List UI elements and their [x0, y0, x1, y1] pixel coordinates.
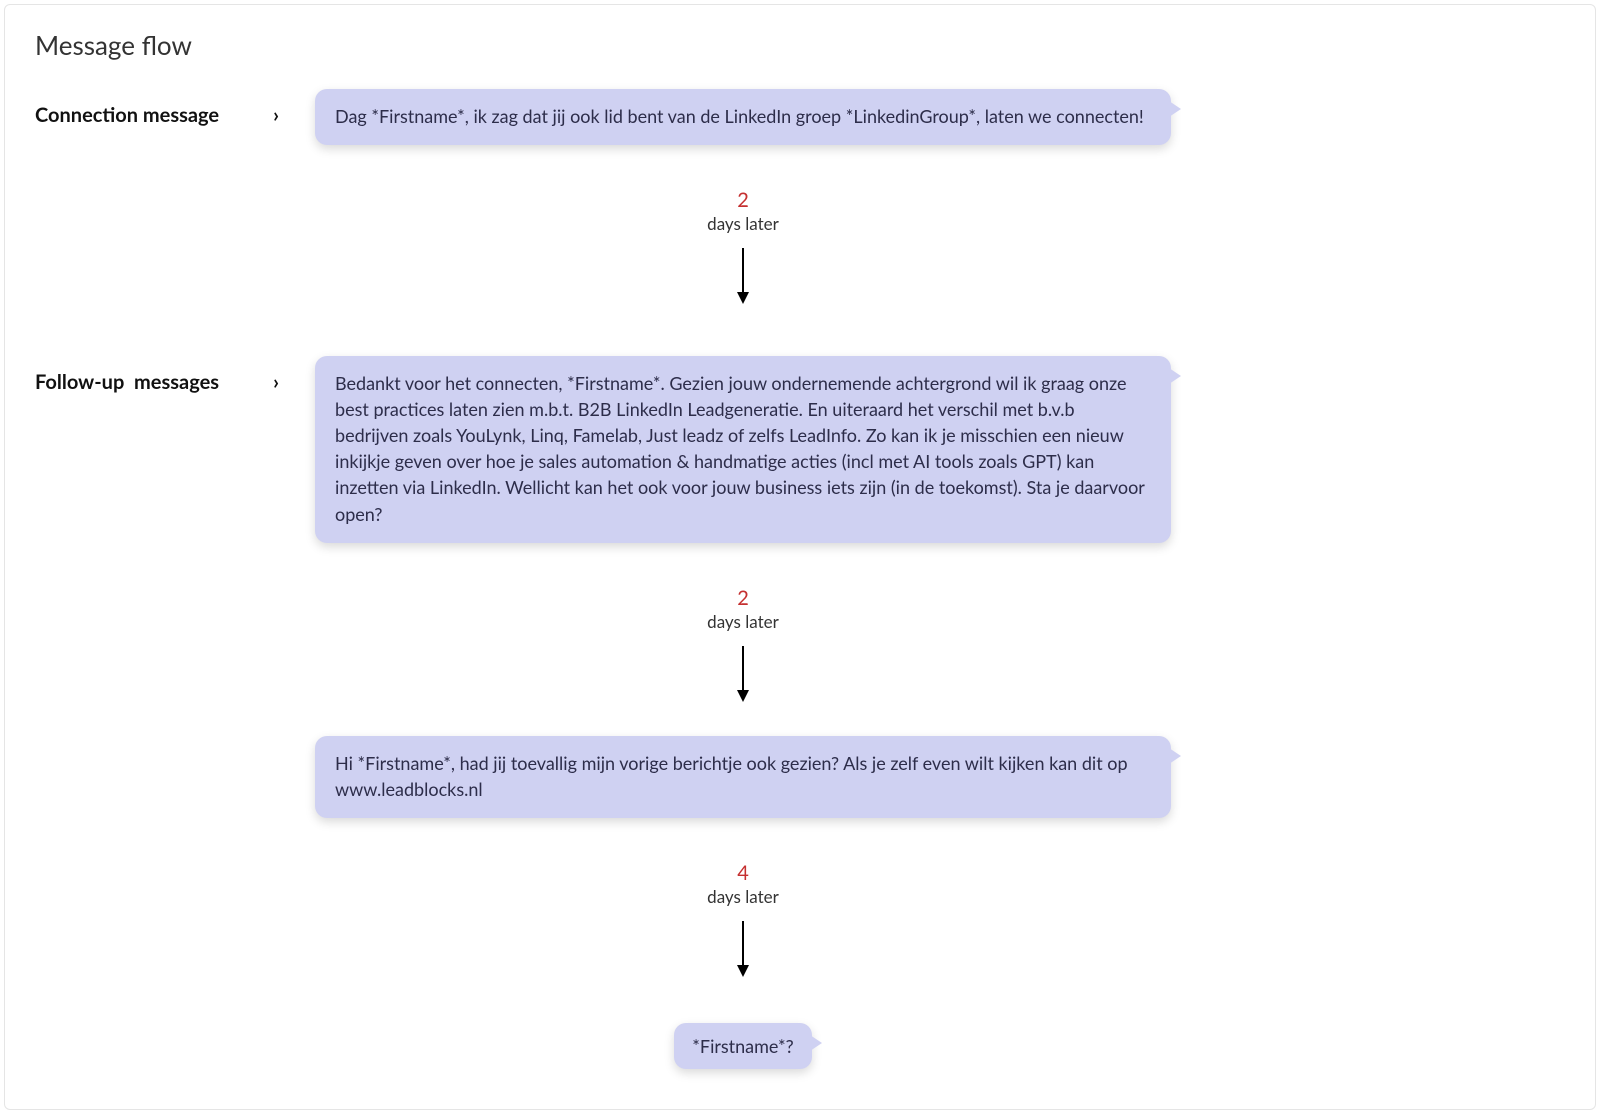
delay-2: 2 days later — [315, 587, 1171, 632]
stage-connection: Connection message › Dag *Firstname*, ik… — [33, 89, 1567, 338]
delay-1-count: 2 — [315, 189, 1171, 211]
delay-2-count: 2 — [315, 587, 1171, 609]
arrow-down-icon — [315, 921, 1171, 981]
delay-1-unit: days later — [315, 213, 1171, 234]
delay-1: 2 days later — [315, 189, 1171, 234]
message-bubble-4: *Firstname*? — [674, 1023, 811, 1069]
message-bubble-1: Dag *Firstname*, ik zag dat jij ook lid … — [315, 89, 1171, 145]
message-text-4: *Firstname*? — [692, 1035, 793, 1057]
chevron-right-icon: › — [273, 103, 279, 127]
message-text-1: Dag *Firstname*, ik zag dat jij ook lid … — [335, 105, 1144, 127]
delay-3-unit: days later — [315, 886, 1171, 907]
message-bubble-4-wrap: *Firstname*? — [315, 1023, 1171, 1069]
stage-followup-label: Follow-up messages › — [33, 356, 315, 394]
delay-2-unit: days later — [315, 611, 1171, 632]
message-flow-panel: Message flow Connection message › Dag *F… — [4, 4, 1596, 1110]
stage-connection-label: Connection message › — [33, 89, 315, 127]
message-bubble-2: Bedankt voor het connecten, *Firstname*.… — [315, 356, 1171, 543]
arrow-down-icon — [315, 646, 1171, 706]
stage-followup: Follow-up messages › Bedankt voor het co… — [33, 356, 1567, 1069]
flow-column: Dag *Firstname*, ik zag dat jij ook lid … — [315, 89, 1567, 338]
delay-3: 4 days later — [315, 862, 1171, 907]
chevron-right-icon: › — [273, 370, 279, 394]
message-bubble-3: Hi *Firstname*, had jij toevallig mijn v… — [315, 736, 1171, 818]
arrow-down-icon — [315, 248, 1171, 308]
stage-connection-text: Connection message — [35, 103, 219, 127]
message-text-3: Hi *Firstname*, had jij toevallig mijn v… — [335, 752, 1128, 800]
panel-title: Message flow — [35, 29, 1567, 61]
message-text-2: Bedankt voor het connecten, *Firstname*.… — [335, 372, 1144, 524]
delay-3-count: 4 — [315, 862, 1171, 884]
flow-column: Bedankt voor het connecten, *Firstname*.… — [315, 356, 1567, 1069]
stage-followup-text: Follow-up messages — [35, 370, 219, 394]
